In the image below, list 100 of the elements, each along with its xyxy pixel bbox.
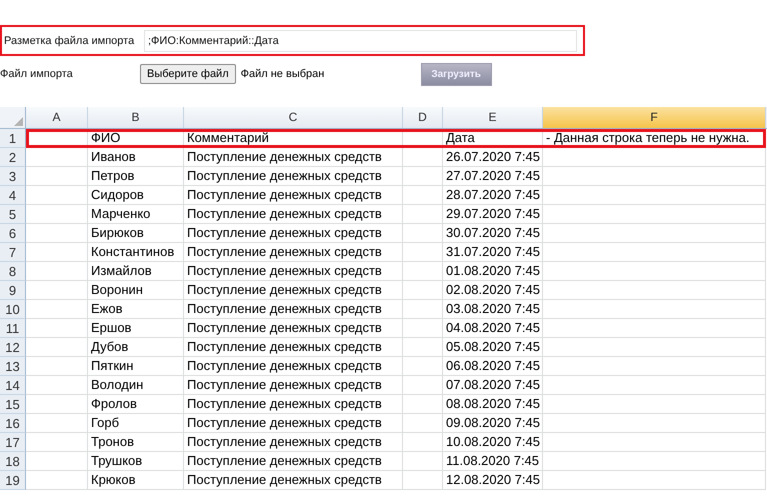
row-header[interactable]: 18 (0, 452, 26, 471)
table-cell (26, 205, 88, 224)
table-cell: Поступление денежных средств (184, 376, 403, 395)
column-header[interactable]: D (403, 107, 443, 128)
table-cell: Поступление денежных средств (184, 357, 403, 376)
row-header[interactable]: 14 (0, 376, 26, 395)
column-header[interactable]: F (543, 107, 766, 128)
table-cell: Дубов (88, 338, 184, 357)
row-header[interactable]: 17 (0, 433, 26, 452)
table-cell (403, 281, 443, 300)
table-cell (403, 414, 443, 433)
table-cell (26, 262, 88, 281)
column-header[interactable]: B (88, 107, 184, 128)
table-cell: Измайлов (88, 262, 184, 281)
table-cell (403, 395, 443, 414)
table-cell (26, 338, 88, 357)
table-cell (403, 300, 443, 319)
table-cell: Иванов (88, 148, 184, 167)
row-header[interactable]: 19 (0, 471, 26, 490)
corner-triangle-icon (13, 116, 23, 126)
table-cell (403, 338, 443, 357)
table-cell: Бирюков (88, 224, 184, 243)
table-cell: Петров (88, 167, 184, 186)
table-cell (403, 205, 443, 224)
table-cell (26, 300, 88, 319)
table-cell: ФИО (88, 129, 184, 148)
table-cell (26, 243, 88, 262)
markup-field[interactable]: ;ФИО:Комментарий::Дата (144, 30, 577, 52)
row-header[interactable]: 12 (0, 338, 26, 357)
column-header[interactable]: E (443, 107, 543, 128)
table-cell: Поступление денежных средств (184, 281, 403, 300)
table-cell (26, 452, 88, 471)
table-cell: Трушков (88, 452, 184, 471)
table-cell: Поступление денежных средств (184, 300, 403, 319)
row-header[interactable]: 13 (0, 357, 26, 376)
table-cell: Сидоров (88, 186, 184, 205)
row-header[interactable]: 10 (0, 300, 26, 319)
table-cell: Комментарий (184, 129, 403, 148)
row-header[interactable]: 11 (0, 319, 26, 338)
table-cell: Тронов (88, 433, 184, 452)
table-cell: Поступление денежных средств (184, 262, 403, 281)
table-cell (26, 281, 88, 300)
table-cell: Поступление денежных средств (184, 414, 403, 433)
table-cell: Поступление денежных средств (184, 148, 403, 167)
table-cell: Поступление денежных средств (184, 243, 403, 262)
table-cell (403, 319, 443, 338)
table-cell (26, 414, 88, 433)
table-cell (403, 471, 443, 490)
row-header[interactable]: 4 (0, 186, 26, 205)
table-cell: Поступление денежных средств (184, 433, 403, 452)
table-cell: Поступление денежных средств (184, 186, 403, 205)
table-cell (26, 224, 88, 243)
table-cell: Константинов (88, 243, 184, 262)
table-cell: Поступление денежных средств (184, 452, 403, 471)
row-header[interactable]: 1 (0, 129, 26, 148)
table-cell (26, 395, 88, 414)
row-header[interactable]: 9 (0, 281, 26, 300)
row-header[interactable]: 5 (0, 205, 26, 224)
table-cell: Володин (88, 376, 184, 395)
table-cell (26, 376, 88, 395)
table-cell: Горб (88, 414, 184, 433)
table-cell: Поступление денежных средств (184, 338, 403, 357)
table-cell (26, 433, 88, 452)
table-cell: Ершов (88, 319, 184, 338)
column-header[interactable]: A (26, 107, 88, 128)
row-header[interactable]: 8 (0, 262, 26, 281)
table-cell (26, 186, 88, 205)
table-cell: Поступление денежных средств (184, 205, 403, 224)
table-cell: Марченко (88, 205, 184, 224)
table-cell: Поступление денежных средств (184, 471, 403, 490)
row-header[interactable]: 7 (0, 243, 26, 262)
table-cell: Ежов (88, 300, 184, 319)
table-cell (26, 319, 88, 338)
table-cell: Поступление денежных средств (184, 395, 403, 414)
table-cell (403, 186, 443, 205)
choose-file-button[interactable]: Выберите файл (140, 64, 236, 84)
table-cell: Поступление денежных средств (184, 224, 403, 243)
table-cell (403, 452, 443, 471)
table-cell (403, 167, 443, 186)
row-header[interactable]: 16 (0, 414, 26, 433)
column-header[interactable]: C (184, 107, 403, 128)
table-cell: Крюков (88, 471, 184, 490)
file-label: Файл импорта (0, 68, 74, 80)
table-cell (403, 376, 443, 395)
table-cell: Поступление денежных средств (184, 319, 403, 338)
row-header[interactable]: 3 (0, 167, 26, 186)
table-cell (26, 357, 88, 376)
row-header[interactable]: 15 (0, 395, 26, 414)
table-cell: Воронин (88, 281, 184, 300)
table-cell (403, 243, 443, 262)
table-cell: Поступление денежных средств (184, 167, 403, 186)
row-header[interactable]: 6 (0, 224, 26, 243)
table-cell (403, 224, 443, 243)
table-cell: Пяткин (88, 357, 184, 376)
file-status: Файл не выбран (240, 68, 326, 80)
row-header[interactable]: 2 (0, 148, 26, 167)
table-cell (26, 471, 88, 490)
table-cell (403, 262, 443, 281)
table-cell (403, 148, 443, 167)
table-cell: Фролов (88, 395, 184, 414)
